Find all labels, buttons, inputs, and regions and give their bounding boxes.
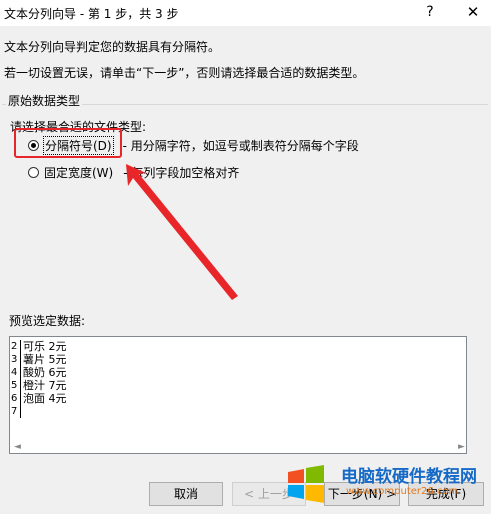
preview-pane[interactable]: 2 可乐 2元 3 薯片 5元 4 酸奶 6元 5 橙汁 7元 6 泡面 4元 … [9, 336, 467, 454]
row-text: 薯片 5元 [23, 353, 67, 366]
row-text: 酸奶 6元 [23, 366, 67, 379]
row-number: 2 [10, 340, 21, 353]
row-number: 7 [10, 405, 21, 418]
preview-row: 2 可乐 2元 [10, 340, 466, 353]
cancel-button[interactable]: 取消 [149, 482, 223, 506]
watermark: 电脑软硬件教程网 www.computer26.com [286, 460, 486, 506]
row-number: 3 [10, 353, 21, 366]
scroll-right-icon[interactable]: ► [458, 442, 465, 452]
row-text: 橙汁 7元 [23, 379, 67, 392]
watermark-url: www.computer26.com [346, 486, 459, 497]
preview-row: 6 泡面 4元 [10, 392, 466, 405]
row-number: 6 [10, 392, 21, 405]
watermark-title: 电脑软硬件教程网 [341, 467, 477, 487]
row-text [21, 405, 23, 418]
scroll-left-icon[interactable]: ◄ [14, 442, 21, 452]
row-text: 可乐 2元 [23, 340, 67, 353]
row-number: 5 [10, 379, 21, 392]
preview-label: 预览选定数据: [9, 314, 86, 328]
preview-row: 4 酸奶 6元 [10, 366, 466, 379]
row-number: 4 [10, 366, 21, 379]
row-text: 泡面 4元 [23, 392, 67, 405]
preview-row: 5 橙汁 7元 [10, 379, 466, 392]
preview-row: 3 薯片 5元 [10, 353, 466, 366]
windows-logo-icon [288, 465, 324, 503]
preview-row: 7 [10, 405, 466, 418]
